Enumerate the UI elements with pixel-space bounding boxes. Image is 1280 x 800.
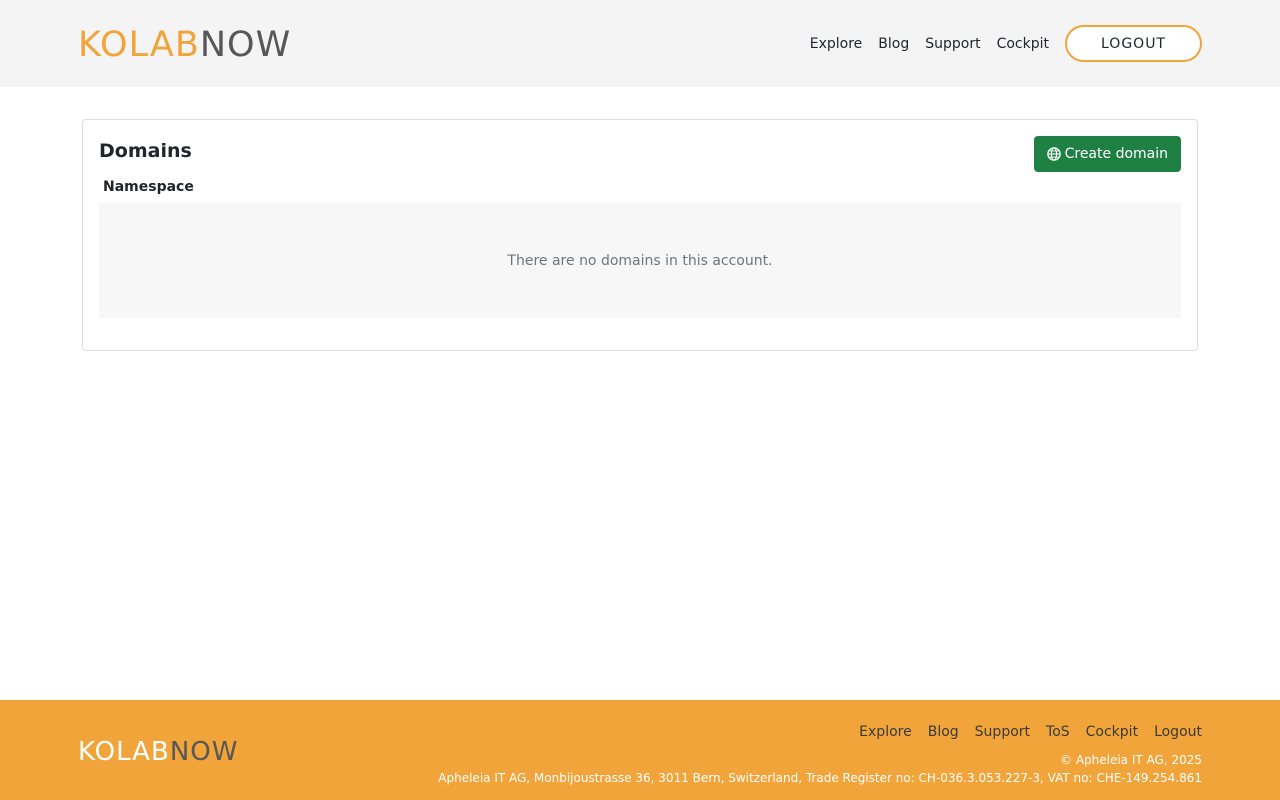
page-title: Domains [99,140,192,162]
site-header: KOLABNOW Explore Blog Support Cockpit LO… [0,0,1280,87]
logo-now-text: NOW [199,25,292,65]
domains-card: Domains Create domain Namespace There ar… [82,119,1198,351]
footer-tos-link[interactable]: ToS [1046,724,1070,740]
main-nav: Explore Blog Support Cockpit LOGOUT [810,25,1202,62]
globe-icon [1046,147,1061,161]
site-footer: KOLABNOW Explore Blog Support ToS Cockpi… [0,700,1280,800]
footer-logo[interactable]: KOLABNOW [78,738,238,766]
nav-explore-link[interactable]: Explore [810,36,863,52]
nav-blog-link[interactable]: Blog [878,36,909,52]
copyright-text: © Apheleia IT AG, 2025 [1060,753,1202,767]
nav-support-link[interactable]: Support [925,36,980,52]
logo-kolab-text: KOLAB [78,25,200,65]
kolabnow-logo[interactable]: KOLABNOW [78,27,291,63]
empty-message: There are no domains in this account. [507,252,773,269]
footer-nav: Explore Blog Support ToS Cockpit Logout [859,724,1202,740]
footer-blog-link[interactable]: Blog [928,724,959,740]
footer-logo-now-text: NOW [169,737,239,767]
logout-button[interactable]: LOGOUT [1065,25,1202,62]
create-domain-label: Create domain [1064,146,1168,162]
empty-state: There are no domains in this account. [99,203,1181,318]
nav-cockpit-link[interactable]: Cockpit [997,36,1049,52]
column-header-namespace: Namespace [103,179,194,195]
footer-logout-link[interactable]: Logout [1154,724,1202,740]
footer-support-link[interactable]: Support [975,724,1030,740]
footer-cockpit-link[interactable]: Cockpit [1086,724,1138,740]
company-address: Apheleia IT AG, Monbijoustrasse 36, 3011… [438,771,1202,785]
create-domain-button[interactable]: Create domain [1033,136,1181,172]
footer-explore-link[interactable]: Explore [859,724,912,740]
footer-logo-kolab-text: KOLAB [78,737,170,767]
